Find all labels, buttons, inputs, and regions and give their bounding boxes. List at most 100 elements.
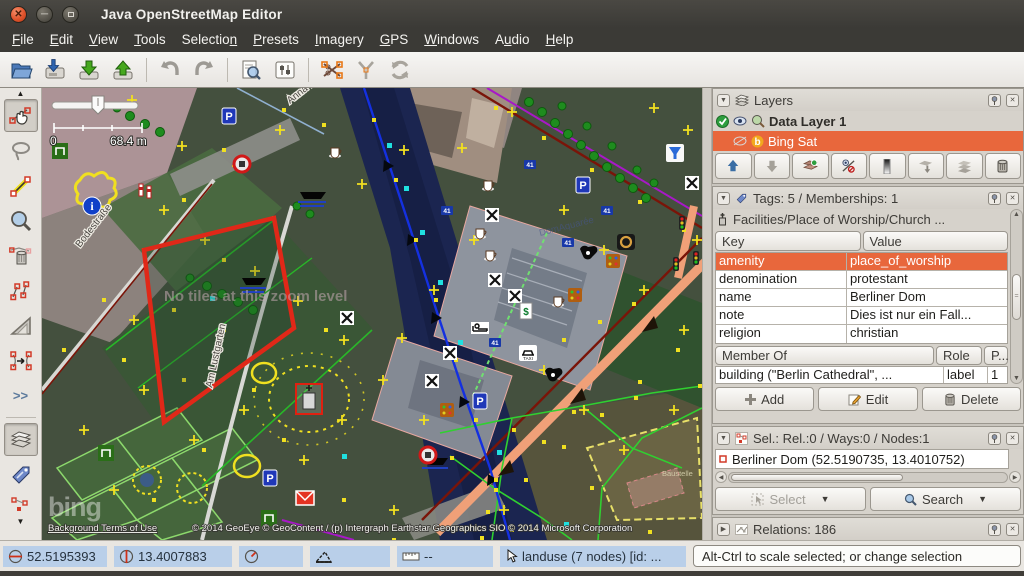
- role-column-header[interactable]: Role: [936, 346, 982, 365]
- close-icon[interactable]: ✕: [1006, 523, 1019, 536]
- menu-imagery[interactable]: Imagery: [307, 28, 372, 52]
- tag-row[interactable]: denominationprotestant: [716, 271, 1007, 289]
- tag-row[interactable]: nameBerliner Dom: [716, 289, 1007, 307]
- layer-move-down-button[interactable]: [754, 153, 791, 179]
- layer-duplicate-button[interactable]: [946, 153, 983, 179]
- menu-help[interactable]: Help: [538, 28, 582, 52]
- svg-text:41: 41: [564, 240, 572, 247]
- preset-link[interactable]: Facilities/Place of Worship/Church ...: [713, 209, 1010, 230]
- map-canvas[interactable]: P P P P TAXI $: [42, 88, 702, 540]
- search-icon: [239, 58, 263, 82]
- selection-hscrollbar[interactable]: ◀ ▶: [715, 471, 1021, 483]
- edit-tag-button[interactable]: Edit: [818, 387, 917, 411]
- layer-activate-button[interactable]: [792, 153, 829, 179]
- tool-measure-angle[interactable]: [4, 309, 38, 342]
- tool-delete[interactable]: [4, 239, 38, 272]
- menu-selection[interactable]: Selection: [174, 28, 246, 52]
- tags-scrollbar[interactable]: ▲ = ▼: [1010, 209, 1023, 384]
- window-maximize-button[interactable]: [62, 6, 79, 23]
- josm-window: ✕ ─ Java OpenStreetMap Editor File Edit …: [0, 0, 1024, 576]
- layer-move-up-button[interactable]: [715, 153, 752, 179]
- combine-way-button[interactable]: [349, 55, 383, 85]
- tag-row[interactable]: religionchristian: [716, 325, 1007, 343]
- menu-file[interactable]: File: [4, 28, 42, 52]
- menu-presets[interactable]: Presets: [245, 28, 307, 52]
- save-button[interactable]: [38, 55, 72, 85]
- collapse-icon[interactable]: ▼: [717, 432, 730, 445]
- tool-draw-nodes[interactable]: [4, 169, 38, 202]
- preferences-button[interactable]: [268, 55, 302, 85]
- redo-button[interactable]: [187, 55, 221, 85]
- pin-icon[interactable]: [988, 432, 1001, 445]
- delete-tag-button[interactable]: Delete: [922, 387, 1021, 411]
- pin-icon[interactable]: [988, 523, 1001, 536]
- tool-merge-nodes[interactable]: [4, 344, 38, 377]
- tag-row[interactable]: noteDies ist nur ein Fall...: [716, 307, 1007, 325]
- tool-lasso[interactable]: [4, 134, 38, 167]
- toggle-selection-panel[interactable]: [4, 493, 38, 515]
- layer-show-hide-button[interactable]: [831, 153, 868, 179]
- search-selection-button[interactable]: Search▼: [870, 487, 1021, 511]
- scroll-left-icon[interactable]: ◀: [715, 471, 727, 483]
- menu-view[interactable]: View: [81, 28, 126, 52]
- maximize-icon: [68, 12, 74, 17]
- tool-unglue[interactable]: [4, 274, 38, 307]
- tool-zoom[interactable]: [4, 204, 38, 237]
- menu-windows[interactable]: Windows: [416, 28, 487, 52]
- close-icon[interactable]: ✕: [1006, 432, 1019, 445]
- main-toolbar: [0, 52, 1024, 88]
- hscroll-thumb[interactable]: [731, 474, 903, 481]
- scroll-up-icon[interactable]: ▲: [1013, 211, 1020, 218]
- window-minimize-button[interactable]: ─: [36, 6, 53, 23]
- tag-row[interactable]: amenityplace_of_worship: [716, 253, 1007, 271]
- menu-edit[interactable]: Edit: [42, 28, 81, 52]
- close-icon[interactable]: ✕: [1006, 94, 1019, 107]
- tag-table-header: Key Value: [713, 230, 1010, 252]
- add-tag-button[interactable]: Add: [715, 387, 814, 411]
- menu-gps[interactable]: GPS: [372, 28, 417, 52]
- svg-text:$: $: [523, 307, 529, 318]
- window-close-button[interactable]: ✕: [10, 6, 27, 23]
- scroll-right-icon[interactable]: ▶: [1009, 471, 1021, 483]
- scroll-thumb[interactable]: =: [1012, 274, 1021, 320]
- selection-list-item[interactable]: Berliner Dom (52.5190735, 13.4010752) ▲▼: [715, 449, 1009, 469]
- toolbar-scroll-down[interactable]: ▼: [1, 516, 41, 526]
- panel-splitter[interactable]: [702, 88, 712, 540]
- layer-delete-button[interactable]: [985, 153, 1022, 179]
- expand-icon[interactable]: ▶: [717, 523, 730, 536]
- hscroll-track[interactable]: [728, 472, 1008, 483]
- toggle-tags-panel[interactable]: [4, 458, 38, 491]
- upload-data-button[interactable]: [106, 55, 140, 85]
- undo-button[interactable]: [153, 55, 187, 85]
- tag-icon: [735, 192, 748, 205]
- value-column-header[interactable]: Value: [863, 231, 1009, 251]
- pin-icon[interactable]: [988, 192, 1001, 205]
- toggle-layers-panel[interactable]: [4, 423, 38, 456]
- layer-merge-down-button[interactable]: [908, 153, 945, 179]
- heading-icon: [244, 549, 259, 564]
- layer-row-data[interactable]: Data Layer 1: [713, 111, 1023, 131]
- key-column-header[interactable]: Key: [715, 231, 861, 251]
- pin-icon[interactable]: [988, 94, 1001, 107]
- position-column-header[interactable]: P...: [984, 346, 1008, 365]
- select-button[interactable]: Select▼: [715, 487, 866, 511]
- terms-link[interactable]: Background Terms of Use: [48, 523, 157, 534]
- menu-audio[interactable]: Audio: [487, 28, 538, 52]
- membership-row[interactable]: building ("Berlin Cathedral", ... label …: [715, 366, 1008, 384]
- scroll-down-icon[interactable]: ▼: [1013, 375, 1020, 382]
- collapse-icon[interactable]: ▼: [717, 94, 730, 107]
- member-of-column-header[interactable]: Member Of: [715, 346, 934, 365]
- download-data-button[interactable]: [72, 55, 106, 85]
- refresh-button[interactable]: [383, 55, 417, 85]
- tool-more[interactable]: >>: [4, 379, 38, 412]
- toolbar-scroll-up[interactable]: ▲: [1, 88, 41, 98]
- menu-tools[interactable]: Tools: [126, 28, 174, 52]
- tool-select-move[interactable]: [4, 99, 38, 132]
- split-way-button[interactable]: [315, 55, 349, 85]
- open-button[interactable]: [4, 55, 38, 85]
- search-button[interactable]: [234, 55, 268, 85]
- collapse-icon[interactable]: ▼: [717, 192, 730, 205]
- layer-opacity-button[interactable]: [869, 153, 906, 179]
- layer-row-bing[interactable]: b Bing Sat: [713, 131, 1023, 151]
- close-icon[interactable]: ✕: [1006, 192, 1019, 205]
